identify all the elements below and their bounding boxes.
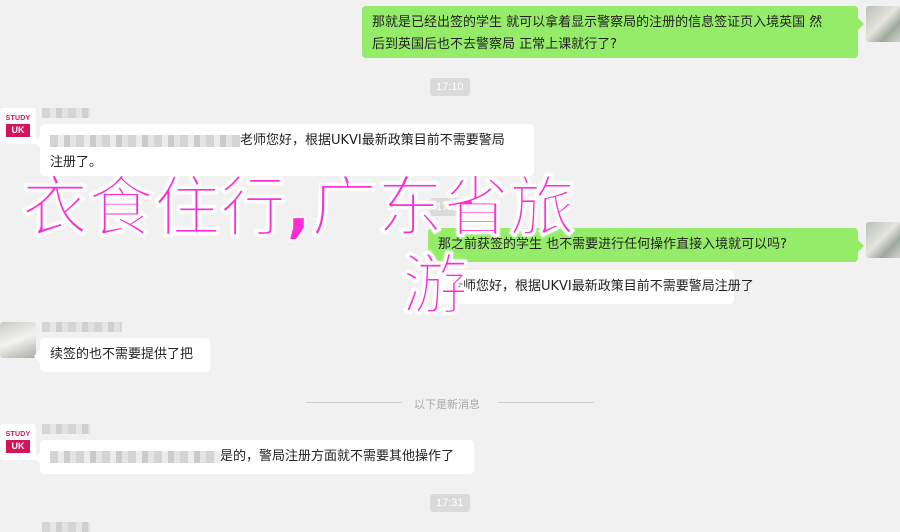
message-bubble-incoming[interactable]: 续签的也不需要提供了把	[34, 338, 210, 372]
avatar[interactable]: STUDY UK	[0, 424, 36, 460]
avatar-logo-text: UK	[6, 124, 30, 137]
message-text-part: 老师您好，根据UKVI最新政策目前不需要警局	[240, 133, 505, 148]
divider	[498, 402, 594, 403]
timestamp: 17:31	[430, 494, 470, 512]
message-text: 老师您好，根据UKVI最新政策目前不需要警局注册了	[450, 279, 754, 294]
avatar[interactable]	[866, 6, 900, 42]
message-text: 续签的也不需要提供了把	[50, 347, 194, 362]
message-bubble-outgoing[interactable]: 那就是已经出签的学生 就可以拿着显示警察局的注册的信息签证页入境英国 然 后到英…	[362, 6, 864, 58]
avatar-logo-text: STUDY	[5, 431, 31, 438]
avatar[interactable]: STUDY UK	[0, 108, 36, 144]
message-text: 后到英国后也不去警察局 正常上课就行了?	[372, 37, 618, 52]
overlay-title: 游	[402, 247, 469, 325]
divider	[306, 402, 402, 403]
redacted-text	[50, 450, 220, 463]
message-text-part: 是的，警局注册方面就不需要其他操作了	[220, 449, 455, 464]
avatar[interactable]	[866, 222, 900, 258]
timestamp: 17:10	[430, 78, 470, 96]
sender-name	[42, 322, 122, 332]
avatar[interactable]	[0, 322, 36, 358]
message-text: 是的，警局注册方面就不需要其他操作了	[50, 446, 464, 468]
message-bubble-incoming[interactable]: 老师您好，根据UKVI最新政策目前不需要警局注册了	[434, 270, 754, 304]
avatar-logo-text: UK	[6, 440, 30, 453]
sender-name	[42, 424, 90, 434]
message-bubble-incoming[interactable]: 是的，警局注册方面就不需要其他操作了	[34, 440, 474, 474]
sender-name	[42, 108, 90, 118]
redacted-text	[50, 134, 240, 147]
overlay-title: 衣食住行,广东省旅	[21, 169, 576, 247]
avatar-logo-text: STUDY	[5, 115, 31, 122]
sender-name	[42, 522, 90, 532]
new-messages-divider: 以下是新消息	[414, 398, 480, 411]
message-text: 那就是已经出签的学生 就可以拿着显示警察局的注册的信息签证页入境英国 然	[372, 15, 823, 30]
message-text: 老师您好，根据UKVI最新政策目前不需要警局	[50, 130, 524, 152]
